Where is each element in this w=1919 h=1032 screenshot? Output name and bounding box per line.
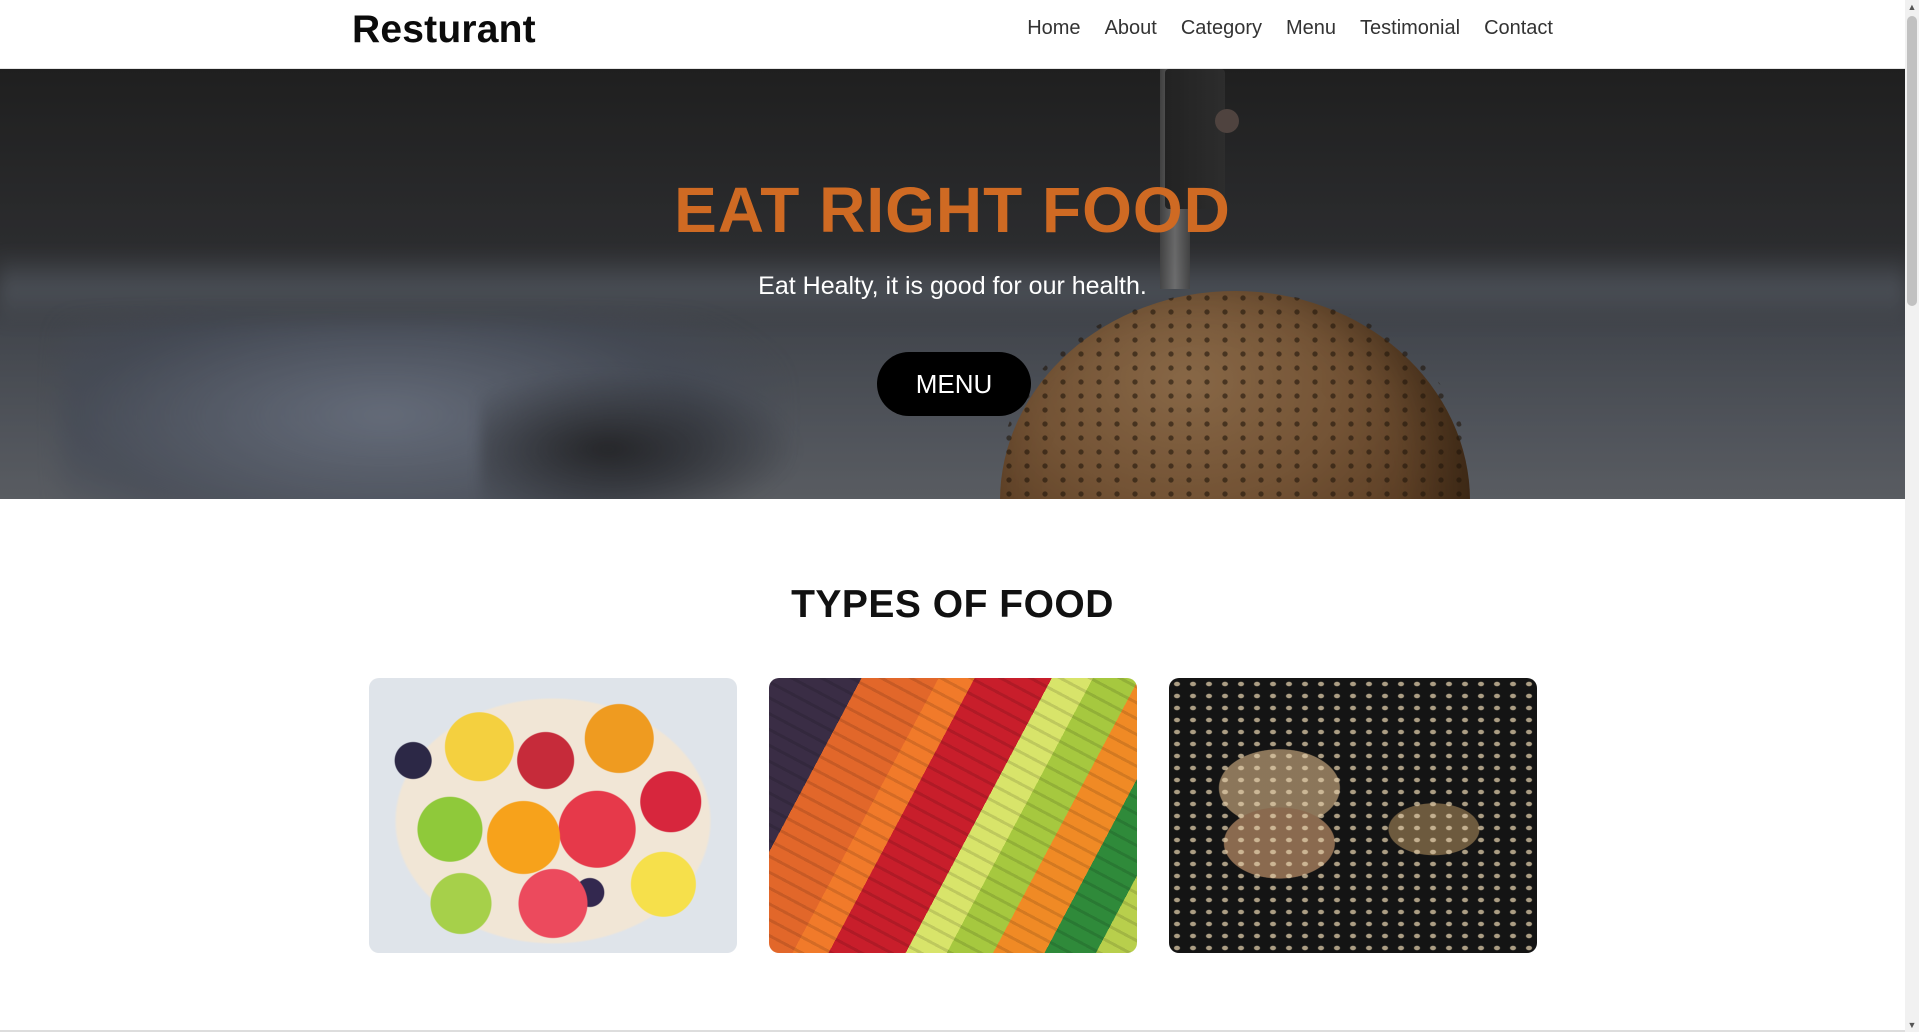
hero-title: EAT RIGHT FOOD — [674, 174, 1231, 246]
navbar: Resturant Home About Category Menu Testi… — [0, 0, 1905, 69]
hero-subtitle: Eat Healty, it is good for our health. — [758, 272, 1147, 300]
vertical-scrollbar[interactable]: ▲ ▼ — [1905, 0, 1919, 1032]
food-card-vegetables-image[interactable] — [769, 678, 1137, 953]
scroll-down-arrow-icon[interactable]: ▼ — [1905, 1018, 1919, 1032]
page: Resturant Home About Category Menu Testi… — [0, 0, 1905, 1032]
nav-link-testimonial[interactable]: Testimonial — [1360, 17, 1460, 40]
nav-link-menu[interactable]: Menu — [1286, 17, 1336, 40]
nav-link-home[interactable]: Home — [1027, 17, 1080, 40]
nav-link-about[interactable]: About — [1105, 17, 1157, 40]
brand-logo[interactable]: Resturant — [352, 8, 536, 52]
food-card-grains-image[interactable] — [1169, 678, 1537, 953]
scrollbar-thumb[interactable] — [1907, 16, 1917, 306]
food-types-grid — [369, 678, 1537, 953]
nav-link-contact[interactable]: Contact — [1484, 17, 1553, 40]
hero-banner: EAT RIGHT FOOD Eat Healty, it is good fo… — [0, 69, 1905, 499]
nav-links: Home About Category Menu Testimonial Con… — [1027, 17, 1553, 40]
section-title: TYPES OF FOOD — [791, 583, 1114, 626]
nav-link-category[interactable]: Category — [1181, 17, 1262, 40]
scroll-up-arrow-icon[interactable]: ▲ — [1905, 0, 1919, 14]
menu-button[interactable]: MENU — [877, 352, 1031, 416]
food-card-fruits-image[interactable] — [369, 678, 737, 953]
